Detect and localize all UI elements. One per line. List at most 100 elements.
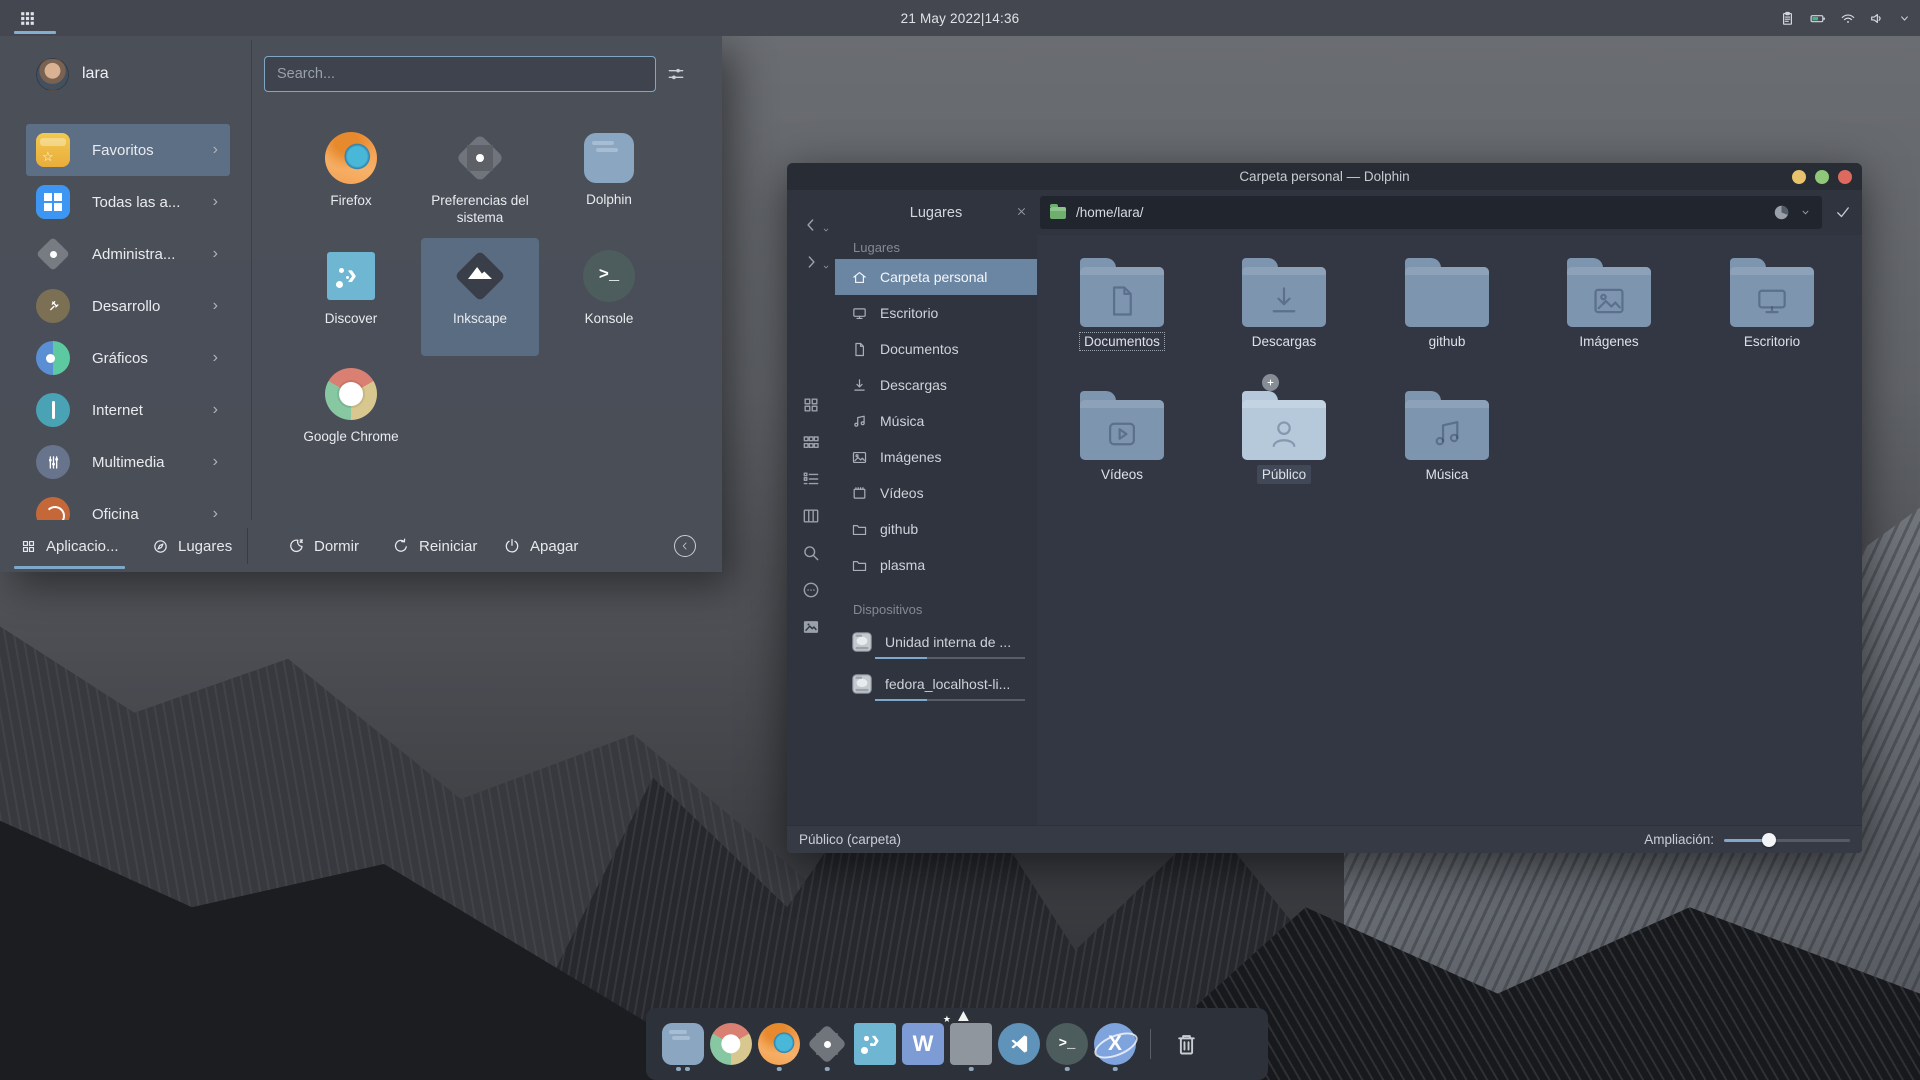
sleep-button[interactable]: Dormir (287, 520, 359, 572)
device-unidad-interna[interactable]: Unidad interna de ... (835, 621, 1037, 663)
folder-documentos[interactable]: Documentos (1057, 255, 1187, 351)
folder-descargas[interactable]: Descargas (1219, 255, 1349, 351)
dock-item-gwenview[interactable] (950, 1015, 992, 1073)
folder-label: Escritorio (1739, 332, 1805, 351)
folder-publico[interactable]: Público (1219, 388, 1349, 484)
app-dolphin[interactable]: Dolphin (550, 120, 668, 238)
restart-button[interactable]: Reiniciar (392, 520, 477, 572)
accept-icon[interactable] (1834, 203, 1852, 221)
preview-button[interactable] (801, 617, 821, 637)
dock-item-google-chrome[interactable] (710, 1015, 752, 1073)
clipboard-icon[interactable] (1779, 10, 1796, 27)
running-indicator (685, 1067, 690, 1072)
dock-item-konsole[interactable]: >_ (1046, 1015, 1088, 1073)
location-dropdown-icon[interactable] (1799, 206, 1812, 219)
category-oficina[interactable]: Oficina (26, 488, 230, 520)
applications-grid-icon (20, 538, 37, 555)
place-musica[interactable]: Música (835, 403, 1037, 439)
dock-item-wike[interactable]: W (902, 1015, 944, 1073)
place-github[interactable]: github (835, 511, 1037, 547)
folder-label: github (1424, 332, 1471, 351)
place-escritorio[interactable]: Escritorio (835, 295, 1037, 331)
toolbar: Lugares /home/lara/ (787, 190, 1862, 235)
close-button[interactable] (1838, 170, 1852, 184)
category-internet[interactable]: Internet (26, 384, 230, 436)
zoom-slider-thumb[interactable] (1762, 833, 1776, 847)
volume-icon[interactable] (1868, 10, 1886, 27)
free-space-icon[interactable] (1772, 203, 1791, 222)
folder-musica[interactable]: Música (1382, 388, 1512, 484)
add-selection-badge[interactable] (1262, 374, 1279, 391)
minimize-button[interactable] (1792, 170, 1806, 184)
places-panel-close-icon[interactable] (1015, 205, 1028, 218)
app-firefox[interactable]: Firefox (292, 120, 410, 238)
action-label: Dormir (314, 538, 359, 555)
tab-label: Aplicacio... (46, 538, 119, 555)
folder-videos[interactable]: Vídeos (1057, 388, 1187, 484)
place-label: github (880, 521, 918, 537)
more-options-button[interactable] (801, 580, 821, 600)
tab-lugares[interactable]: Lugares (152, 520, 232, 572)
wifi-icon[interactable] (1839, 10, 1857, 27)
folder-github[interactable]: github (1382, 255, 1512, 351)
folder-icon (851, 557, 868, 574)
category-todas-las-aplicaciones[interactable]: Todas las a... (26, 176, 230, 228)
configure-search-button[interactable] (666, 64, 686, 84)
forward-button[interactable] (801, 252, 821, 272)
user-avatar[interactable] (36, 58, 69, 91)
office-icon (36, 497, 70, 520)
category-graficos[interactable]: Gráficos (26, 332, 230, 384)
titlebar[interactable]: Carpeta personal — Dolphin (787, 163, 1862, 190)
location-bar[interactable]: /home/lara/ (1040, 196, 1822, 229)
place-documentos[interactable]: Documentos (835, 331, 1037, 367)
device-fedora-localhost[interactable]: fedora_localhost-li... (835, 663, 1037, 705)
dock-item-discover[interactable] (854, 1015, 896, 1073)
tray-expand-icon[interactable] (1897, 11, 1912, 26)
app-google-chrome[interactable]: Google Chrome (292, 356, 410, 474)
category-administracion[interactable]: Administra... (26, 228, 230, 280)
search-input[interactable] (264, 56, 656, 92)
dock: W >_ X (646, 1008, 1268, 1080)
app-konsole[interactable]: >_ Konsole (550, 238, 668, 356)
dock-item-trash[interactable] (1165, 1015, 1207, 1073)
folder-imagenes[interactable]: Imágenes (1544, 255, 1674, 351)
zoom-slider[interactable] (1724, 833, 1850, 847)
place-videos[interactable]: Vídeos (835, 475, 1037, 511)
running-indicator (777, 1067, 782, 1072)
category-desarrollo[interactable]: Desarrollo (26, 280, 230, 332)
dock-item-xorg[interactable]: X (1094, 1015, 1136, 1073)
folder-icon (1080, 255, 1164, 327)
details-view-button[interactable] (801, 469, 821, 489)
app-discover[interactable]: Discover (292, 238, 410, 356)
search-button[interactable] (801, 543, 821, 563)
app-inkscape[interactable]: Inkscape (421, 238, 539, 356)
dock-item-system-settings[interactable] (806, 1015, 848, 1073)
place-imagenes[interactable]: Imágenes (835, 439, 1037, 475)
category-favoritos[interactable]: Favoritos (26, 124, 230, 176)
split-view-button[interactable] (801, 506, 821, 526)
file-icon (851, 341, 868, 358)
dock-item-vscode[interactable] (998, 1015, 1040, 1073)
place-plasma[interactable]: plasma (835, 547, 1037, 583)
battery-icon[interactable] (1807, 10, 1828, 27)
dock-item-firefox[interactable] (758, 1015, 800, 1073)
dock-separator (1150, 1029, 1151, 1059)
shutdown-button[interactable]: Apagar (503, 520, 578, 572)
category-multimedia[interactable]: Multimedia (26, 436, 230, 488)
place-carpeta-personal[interactable]: Carpeta personal (835, 259, 1037, 295)
folder-view[interactable]: Documentos Descargas github Imágenes Esc… (1037, 235, 1862, 825)
collapse-button[interactable] (674, 535, 696, 557)
back-button[interactable] (801, 215, 821, 235)
icons-view-button[interactable] (801, 395, 821, 415)
folder-escritorio[interactable]: Escritorio (1707, 255, 1837, 351)
current-path[interactable]: /home/lara/ (1076, 205, 1772, 220)
panel-clock[interactable]: 21 May 2022|14:36 (0, 11, 1920, 26)
user-glyph (1265, 415, 1303, 453)
tab-aplicaciones[interactable]: Aplicacio... (20, 520, 119, 572)
dock-item-dolphin[interactable] (662, 1015, 704, 1073)
app-preferencias-del-sistema[interactable]: Preferencias del sistema (421, 120, 539, 238)
maximize-button[interactable] (1815, 170, 1829, 184)
compact-view-button[interactable] (801, 432, 821, 452)
chrome-icon (710, 1023, 752, 1065)
place-descargas[interactable]: Descargas (835, 367, 1037, 403)
